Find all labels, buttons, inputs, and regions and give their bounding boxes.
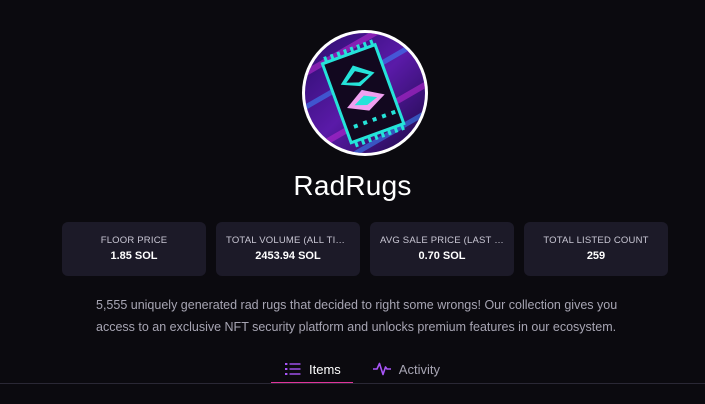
stat-avg-sale-price[interactable]: AVG SALE PRICE (LAST 24... 0.70 SOL: [370, 222, 514, 276]
tab-label: Activity: [398, 361, 440, 377]
stat-value: 1.85 SOL: [110, 250, 158, 262]
tab-activity[interactable]: Activity: [353, 356, 452, 382]
stat-label: FLOOR PRICE: [100, 235, 168, 246]
tab-items[interactable]: Items: [271, 356, 353, 384]
activity-icon: [372, 362, 391, 376]
collection-avatar: [302, 30, 428, 156]
collection-page: RadRugs FLOOR PRICE 1.85 SOL TOTAL VOLUM…: [0, 0, 705, 404]
stat-value: 0.70 SOL: [418, 250, 466, 262]
stat-label: TOTAL LISTED COUNT: [543, 235, 649, 246]
stat-label: AVG SALE PRICE (LAST 24...: [380, 235, 504, 246]
stat-total-volume[interactable]: TOTAL VOLUME (ALL TIME... 2453.94 SOL: [216, 222, 360, 276]
tab-label: Items: [309, 361, 341, 377]
tab-divider: [0, 383, 705, 384]
collection-title: RadRugs: [293, 170, 412, 201]
collection-description: 5,555 uniquely generated rad rugs that d…: [96, 298, 618, 334]
stat-floor-price[interactable]: FLOOR PRICE 1.85 SOL: [62, 222, 206, 276]
stat-value: 2453.94 SOL: [255, 250, 321, 262]
tab-bar: Items Activity: [271, 356, 452, 384]
stat-value: 259: [586, 250, 606, 262]
stats-row: FLOOR PRICE 1.85 SOL TOTAL VOLUME (ALL T…: [62, 222, 668, 276]
stat-label: TOTAL VOLUME (ALL TIME...: [226, 235, 350, 246]
list-icon: [285, 362, 301, 376]
rug-artwork-image: [305, 33, 425, 153]
stat-total-listed[interactable]: TOTAL LISTED COUNT 259: [524, 222, 668, 276]
